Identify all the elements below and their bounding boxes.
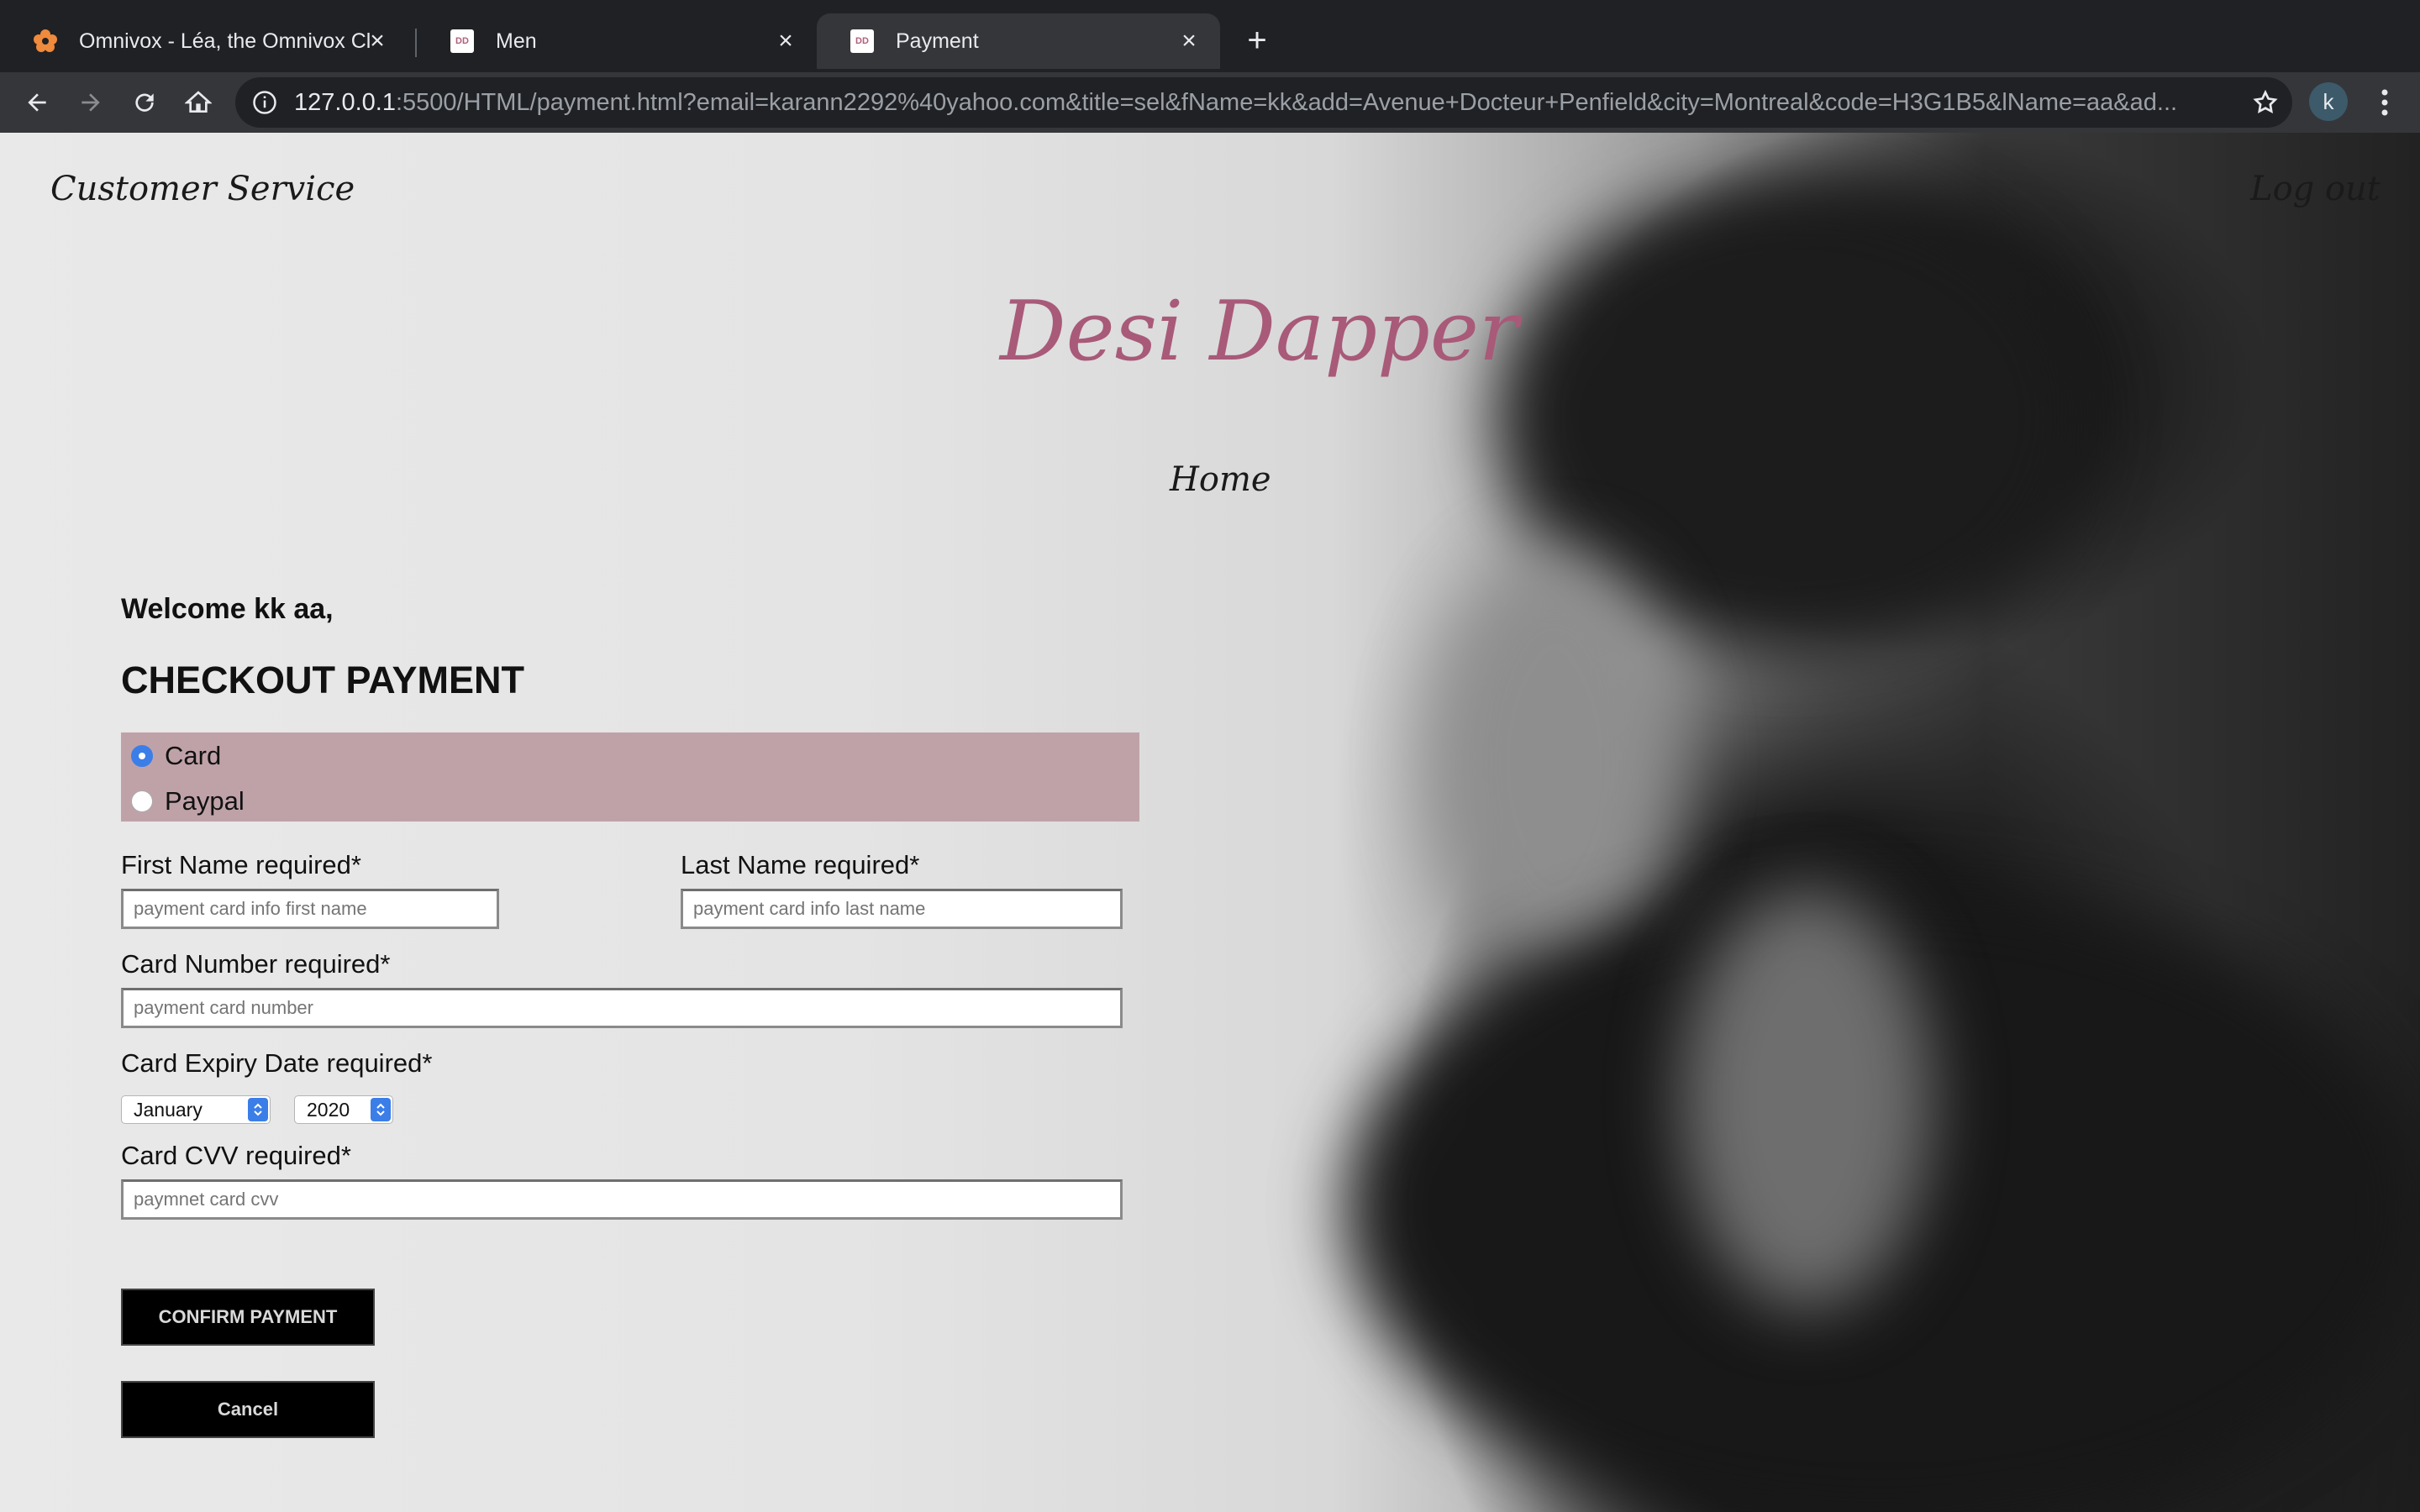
expiry-year-select[interactable]: 2020 <box>294 1095 393 1124</box>
tab-title: Men <box>496 29 537 53</box>
paypal-radio-label: Paypal <box>165 786 245 816</box>
url-path: :5500/HTML/payment.html?email=karann2292… <box>395 88 2178 116</box>
close-tab-icon[interactable]: × <box>1176 29 1202 54</box>
expiry-year-value: 2020 <box>307 1098 350 1121</box>
background-photo-shape <box>1428 553 1681 973</box>
tab-omnivox[interactable]: Omnivox - Léa, the Omnivox Cl × <box>0 13 408 69</box>
payment-method-group: Card Paypal <box>121 732 1139 822</box>
profile-avatar[interactable]: k <box>2309 82 2348 121</box>
select-arrows-icon <box>248 1098 268 1121</box>
background-photo-shape <box>1681 889 1933 1309</box>
cancel-button[interactable]: Cancel <box>121 1381 375 1438</box>
first-name-label: First Name required* <box>121 850 361 879</box>
site-info-icon[interactable] <box>252 90 277 115</box>
omnivox-flower-icon <box>32 28 59 55</box>
desi-dapper-favicon-icon: DD <box>849 28 876 55</box>
more-menu-icon[interactable] <box>2368 82 2402 123</box>
expiry-date-label: Card Expiry Date required* <box>121 1048 433 1078</box>
tab-strip: Omnivox - Léa, the Omnivox Cl × DD Men ×… <box>0 0 2420 72</box>
payment-method-card[interactable]: Card <box>131 741 221 771</box>
back-arrow-icon[interactable] <box>18 84 55 121</box>
close-tab-icon[interactable]: × <box>773 29 798 54</box>
tab-men[interactable]: DD Men × <box>417 13 817 69</box>
select-arrows-icon <box>371 1098 391 1121</box>
customer-service-link[interactable]: Customer Service <box>50 170 355 208</box>
new-tab-icon[interactable]: + <box>1239 22 1276 59</box>
first-name-input[interactable]: payment card info first name <box>121 889 499 929</box>
paypal-radio[interactable] <box>131 790 153 812</box>
expiry-month-value: January <box>134 1098 203 1121</box>
card-number-label: Card Number required* <box>121 949 391 979</box>
expiry-month-select[interactable]: January <box>121 1095 271 1124</box>
url-host: 127.0.0.1 <box>294 88 396 116</box>
card-number-input[interactable]: payment card number <box>121 988 1123 1028</box>
bookmark-star-icon[interactable] <box>2245 82 2286 123</box>
confirm-payment-button[interactable]: CONFIRM PAYMENT <box>121 1289 375 1346</box>
welcome-text: Welcome kk aa, <box>121 593 334 625</box>
reload-icon[interactable] <box>126 84 163 121</box>
last-name-label: Last Name required* <box>681 850 920 879</box>
url-text: 127.0.0.1:5500/HTML/payment.html?email=k… <box>294 89 2244 117</box>
favicon-text: DD <box>450 29 474 53</box>
tab-title: Payment <box>896 29 979 53</box>
cvv-input[interactable]: paymnet card cvv <box>121 1179 1123 1220</box>
cvv-label: Card CVV required* <box>121 1141 351 1170</box>
home-icon[interactable] <box>180 84 217 121</box>
close-tab-icon[interactable]: × <box>365 29 390 54</box>
home-link[interactable]: Home <box>1170 460 1271 499</box>
favicon-text: DD <box>850 29 874 53</box>
card-radio[interactable] <box>131 745 153 767</box>
last-name-input[interactable]: payment card info last name <box>681 889 1123 929</box>
page-viewport: Customer Service Log out Desi Dapper Hom… <box>0 133 2420 1512</box>
brand-title: Desi Dapper <box>1000 284 1518 380</box>
address-bar[interactable]: 127.0.0.1:5500/HTML/payment.html?email=k… <box>235 77 2292 128</box>
card-radio-label: Card <box>165 741 222 770</box>
desi-dapper-favicon-icon: DD <box>449 28 476 55</box>
payment-method-paypal[interactable]: Paypal <box>131 786 245 816</box>
page-title: CHECKOUT PAYMENT <box>121 659 525 701</box>
forward-arrow-icon[interactable] <box>72 84 109 121</box>
tab-title: Omnivox - Léa, the Omnivox Cl <box>79 29 371 53</box>
tab-payment[interactable]: DD Payment × <box>817 13 1220 69</box>
logout-link[interactable]: Log out <box>2250 170 2381 208</box>
